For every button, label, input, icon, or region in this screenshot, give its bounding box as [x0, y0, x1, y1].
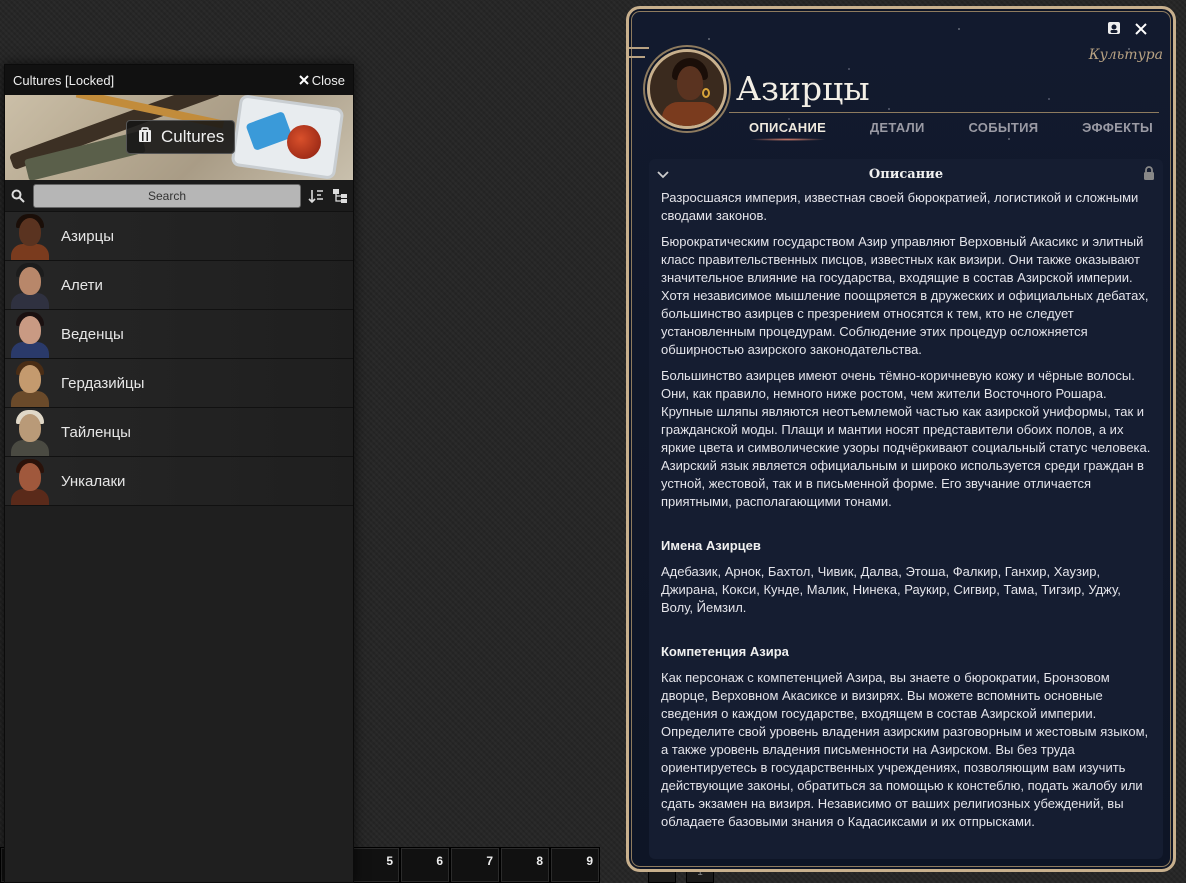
culture-portrait — [5, 212, 55, 260]
description-section: Описание Разросшаяся империя, известная … — [649, 159, 1163, 859]
search-bar — [5, 180, 353, 212]
hotbar-slot[interactable]: 8 — [500, 847, 550, 883]
list-item[interactable]: Гердазийцы — [5, 359, 353, 408]
search-icon — [9, 187, 27, 205]
culture-name: Гердазийцы — [61, 374, 145, 392]
culture-name: Азирцы — [61, 227, 114, 245]
hotbar-slot[interactable]: 7 — [450, 847, 500, 883]
avatar-body — [662, 102, 718, 126]
culture-name: Тайленцы — [61, 423, 131, 441]
document-type-label: Культура — [1088, 47, 1163, 63]
section-title: Описание — [868, 166, 944, 182]
cultures-compendium-panel: Cultures [Locked] Close Cultures Search … — [4, 64, 354, 883]
portrait-body — [11, 391, 49, 407]
list-item[interactable]: Ункалаки — [5, 457, 353, 506]
culture-name: Веденцы — [61, 325, 124, 343]
names-heading: Имена Азирцев — [661, 538, 761, 553]
portrait-body — [11, 489, 49, 505]
hotbar-slot[interactable]: 9 — [550, 847, 600, 883]
sheet-tabs: ОПИСАНИЕ ДЕТАЛИ СОБЫТИЯ ЭФФЕКТЫ — [749, 120, 1153, 141]
section-header: Описание — [649, 159, 1163, 189]
portrait-body — [11, 293, 49, 309]
culture-sheet: Культура Азирцы ОПИСАНИЕ ДЕТАЛИ СОБЫТИЯ ЭФФ… — [626, 6, 1176, 872]
tab-description[interactable]: ОПИСАНИЕ — [749, 120, 826, 141]
sort-icon[interactable] — [307, 187, 325, 205]
list-item[interactable]: Веденцы — [5, 310, 353, 359]
culture-portrait — [5, 457, 55, 505]
banner-title: Cultures — [161, 127, 225, 146]
banner-label: Cultures — [126, 120, 236, 154]
culture-portrait — [5, 261, 55, 309]
tab-events[interactable]: СОБЫТИЯ — [968, 120, 1038, 141]
panel-title: Cultures [Locked] — [13, 72, 115, 88]
description-paragraph: Разросшаяся империя, известная своей бюр… — [661, 190, 1139, 223]
portrait-head — [19, 218, 41, 246]
avatar-earring — [702, 88, 710, 98]
description-paragraph: Бюрократическим государством Азир управл… — [661, 234, 1149, 357]
close-label: Close — [311, 72, 345, 88]
description-body: Разросшаяся империя, известная своей бюр… — [649, 189, 1163, 831]
search-input[interactable] — [33, 183, 301, 208]
portrait-body — [11, 244, 49, 260]
list-item[interactable]: Тайленцы — [5, 408, 353, 457]
portrait-head — [19, 414, 41, 442]
culture-avatar[interactable] — [647, 49, 727, 129]
banner-art — [287, 125, 321, 159]
frame-ornament — [629, 47, 649, 49]
frame-ornament — [629, 56, 645, 58]
compendium-banner: Cultures — [5, 95, 353, 180]
portrait-head — [19, 267, 41, 295]
culture-name: Ункалаки — [61, 472, 126, 490]
portrait-body — [11, 440, 49, 456]
lock-icon[interactable] — [1143, 166, 1155, 184]
panel-header: Cultures [Locked] Close — [5, 65, 353, 95]
culture-portrait — [5, 359, 55, 407]
description-paragraph: Большинство азирцев имеют очень тёмно-ко… — [661, 368, 1151, 509]
list-item[interactable]: Азирцы — [5, 212, 353, 261]
portrait-head — [19, 316, 41, 344]
close-button[interactable]: Close — [299, 73, 345, 88]
frame-ornament — [729, 112, 1159, 113]
tab-effects[interactable]: ЭФФЕКТЫ — [1082, 120, 1153, 141]
expertise-text: Как персонаж с компетенцией Азира, вы зн… — [661, 670, 1149, 829]
sheet-title[interactable]: Азирцы — [736, 69, 870, 108]
culture-portrait — [5, 310, 55, 358]
close-icon — [299, 73, 309, 88]
book-icon — [137, 126, 153, 148]
expertise-heading: Компетенция Азира — [661, 644, 789, 659]
avatar-head — [677, 66, 703, 100]
portrait-icon[interactable] — [1107, 21, 1121, 40]
portrait-head — [19, 365, 41, 393]
hotbar-slot[interactable]: 5 — [350, 847, 400, 883]
chevron-down-icon[interactable] — [657, 168, 669, 183]
sheet-controls — [1107, 21, 1147, 40]
folder-tree-icon[interactable] — [331, 187, 349, 205]
close-icon[interactable] — [1135, 22, 1147, 40]
portrait-head — [19, 463, 41, 491]
names-list: Адебазик, Арнок, Бахтол, Чивик, Далва, Э… — [661, 564, 1121, 615]
tab-details[interactable]: ДЕТАЛИ — [870, 120, 925, 141]
hotbar-slot[interactable]: 6 — [400, 847, 450, 883]
portrait-body — [11, 342, 49, 358]
culture-name: Алети — [61, 276, 103, 294]
culture-list: Азирцы Алети Веденцы Гердазийцы Тайленцы Унка… — [5, 212, 353, 506]
culture-portrait — [5, 408, 55, 456]
list-item[interactable]: Алети — [5, 261, 353, 310]
